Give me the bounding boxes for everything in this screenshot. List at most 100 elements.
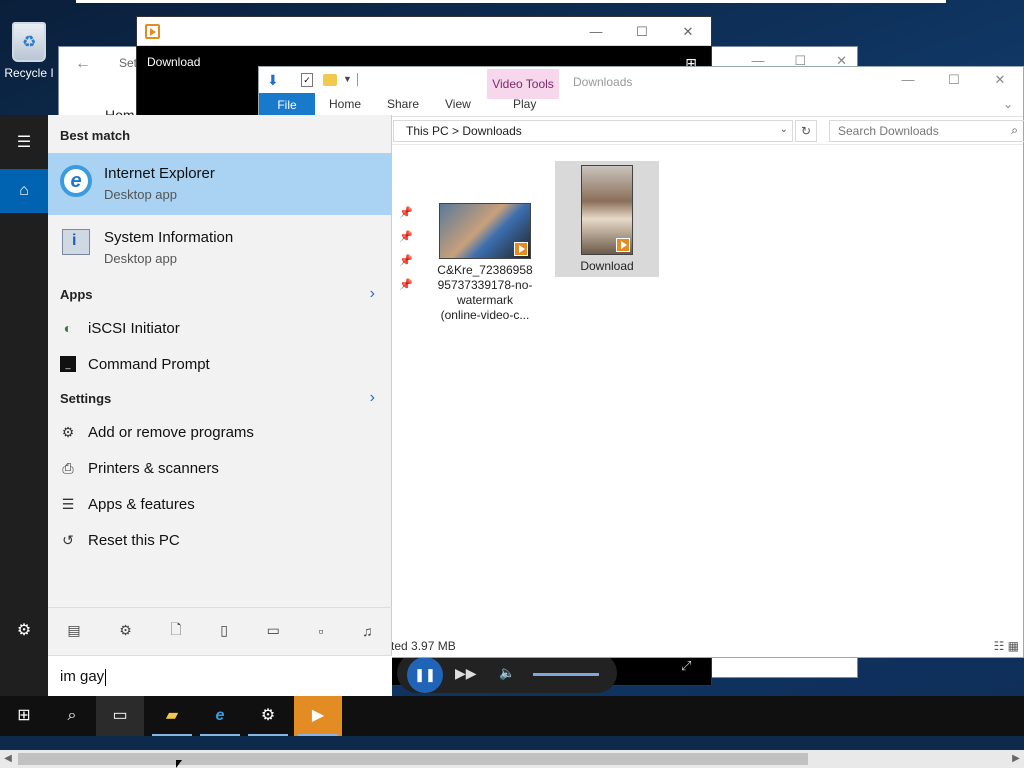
- tab-play[interactable]: Play: [513, 97, 536, 111]
- pause-button[interactable]: ❚❚: [407, 657, 443, 693]
- document-icon[interactable]: 🗋: [170, 619, 181, 643]
- ribbon-expand-icon[interactable]: ⌄: [1003, 97, 1013, 111]
- pin-icon[interactable]: 📌: [399, 273, 413, 297]
- music-icon[interactable]: ♫: [362, 623, 373, 639]
- breadcrumb-root[interactable]: This PC: [406, 124, 449, 138]
- pin-icon[interactable]: 📌: [399, 201, 413, 225]
- setting-item-apps-features[interactable]: ☰ Apps & features: [48, 488, 392, 522]
- desktop: Recycle I ← Set Hom — ☐ ✕ — ☐ ✕ Download…: [0, 0, 1024, 696]
- home-icon[interactable]: ⌂: [0, 169, 48, 213]
- tab-home[interactable]: Home: [329, 97, 361, 111]
- explorer-titlebar[interactable]: ⬇ ✓ ▼ Video Tools Downloads — ☐ ✕: [259, 67, 1023, 99]
- quick-access-dropdown-icon[interactable]: ▼: [343, 74, 352, 84]
- scroll-left-icon[interactable]: ◀: [0, 750, 16, 768]
- search-filter-bar: ▤ ⚙ 🗋 ▯ ▭ ▫ ♫: [48, 607, 392, 653]
- fast-forward-icon[interactable]: ▶▶: [455, 665, 477, 682]
- app-item-iscsi[interactable]: ◐ iSCSI Initiator: [48, 312, 392, 346]
- tab-file[interactable]: File: [259, 93, 315, 117]
- system-information-subtitle: Desktop app: [104, 251, 177, 266]
- horizontal-scrollbar[interactable]: ◀ ▶: [0, 750, 1024, 768]
- recycle-bin-icon: [12, 22, 46, 62]
- search-icon[interactable]: ⌕: [1011, 123, 1018, 138]
- gear-icon: ⚙: [61, 424, 75, 440]
- file-item[interactable]: C&Kre_72386958 95737339178-no- watermark…: [433, 199, 537, 323]
- video-titlebar[interactable]: — ☐ ✕: [137, 17, 711, 46]
- video-badge-icon: [616, 238, 630, 252]
- list-icon: ☰: [61, 496, 75, 512]
- system-information-icon: [62, 229, 90, 255]
- maximize-icon[interactable]: ☐: [619, 17, 665, 46]
- internet-explorer-taskbar-icon[interactable]: e: [196, 696, 244, 736]
- gear-icon[interactable]: ⚙: [119, 622, 132, 639]
- pin-icon[interactable]: 📌: [399, 249, 413, 273]
- recycle-bin[interactable]: Recycle I: [2, 22, 56, 80]
- close-icon[interactable]: ✕: [665, 17, 711, 46]
- video-window-controls: — ☐ ✕: [573, 17, 711, 46]
- new-folder-icon[interactable]: [323, 74, 337, 86]
- close-icon[interactable]: ✕: [977, 67, 1023, 93]
- chevron-down-icon[interactable]: ⌄: [780, 124, 788, 135]
- file-explorer-icon[interactable]: ▰: [148, 696, 196, 736]
- taskbar: ⊞ ⌕ ▭ ▰ e ⚙ ▶: [0, 696, 1024, 736]
- tab-view[interactable]: View: [445, 97, 471, 111]
- hamburger-icon[interactable]: ☰: [0, 121, 48, 165]
- photo-icon[interactable]: ▭: [267, 622, 280, 639]
- settings-taskbar-icon[interactable]: ⚙: [244, 696, 292, 736]
- download-arrow-icon[interactable]: ⬇: [267, 72, 279, 89]
- pin-icon[interactable]: 📌: [399, 225, 413, 249]
- search-results-panel: Best match e Internet Explorer Desktop a…: [48, 115, 392, 696]
- properties-icon[interactable]: ✓: [301, 73, 313, 87]
- video-app-icon: [145, 24, 160, 39]
- system-information-item[interactable]: System Information Desktop app: [48, 217, 392, 277]
- volume-icon[interactable]: 🔈: [499, 665, 515, 681]
- apps-heading: Apps: [60, 287, 93, 302]
- scroll-right-icon[interactable]: ▶: [1008, 750, 1024, 768]
- app-label: Command Prompt: [88, 356, 210, 373]
- file-name: C&Kre_72386958 95737339178-no- watermark…: [437, 263, 533, 322]
- file-item[interactable]: Download: [555, 161, 659, 277]
- video-icon[interactable]: ▫: [319, 623, 324, 639]
- back-arrow-icon[interactable]: ←: [75, 55, 91, 73]
- pin-icons: 📌 📌 📌 📌: [399, 201, 413, 297]
- tablet-icon[interactable]: ▯: [220, 622, 228, 639]
- best-match-item[interactable]: e Internet Explorer Desktop app: [48, 153, 392, 215]
- setting-item-add-remove[interactable]: ⚙ Add or remove programs: [48, 416, 392, 450]
- minimize-icon[interactable]: —: [885, 67, 931, 93]
- start-rail: ☰ ⌂ ⚙: [0, 115, 48, 696]
- refresh-icon[interactable]: ↻: [795, 120, 817, 142]
- video-thumbnail: [581, 165, 633, 255]
- recycle-bin-label: Recycle I: [4, 66, 54, 80]
- mouse-cursor-icon: [176, 760, 182, 768]
- settings-heading: Settings: [60, 391, 112, 406]
- windows-start-icon[interactable]: ⊞: [0, 696, 48, 736]
- app-item-command-prompt[interactable]: _ Command Prompt: [48, 348, 392, 382]
- tab-share[interactable]: Share: [387, 97, 419, 111]
- video-player-taskbar-icon[interactable]: ▶: [294, 696, 342, 736]
- system-information-name: System Information: [104, 229, 234, 246]
- minimize-icon[interactable]: —: [573, 17, 619, 46]
- task-view-icon[interactable]: ▭: [96, 696, 144, 736]
- best-match-heading: Best match: [60, 128, 131, 143]
- ribbon-tabs: File Home Share View Play ⌄: [259, 93, 1023, 117]
- volume-slider[interactable]: [533, 673, 599, 676]
- search-icon[interactable]: ⌕: [48, 696, 96, 736]
- search-input[interactable]: im gay: [48, 655, 392, 696]
- explorer-title: Downloads: [573, 75, 633, 89]
- separator: [357, 73, 358, 86]
- apps-chevron-right-icon[interactable]: ›: [370, 285, 375, 303]
- settings-chevron-right-icon[interactable]: ›: [370, 389, 375, 407]
- breadcrumb-folder[interactable]: Downloads: [462, 124, 521, 138]
- view-toggle-icons[interactable]: ☷ ▦: [994, 639, 1019, 653]
- setting-label: Reset this PC: [88, 532, 180, 549]
- search-input[interactable]: Search Downloads ⌕: [829, 120, 1024, 142]
- scrollbar-thumb[interactable]: [18, 753, 808, 765]
- settings-gear-icon[interactable]: ⚙: [0, 609, 48, 653]
- setting-item-printers[interactable]: ⎙ Printers & scanners: [48, 452, 392, 486]
- address-bar[interactable]: This PC > Downloads ⌄: [393, 120, 793, 142]
- settings-title: Set: [119, 56, 138, 70]
- setting-item-reset[interactable]: ↺ Reset this PC: [48, 524, 392, 558]
- web-icon[interactable]: ▤: [67, 622, 80, 639]
- maximize-icon[interactable]: ☐: [931, 67, 977, 93]
- expand-icon[interactable]: ⤢: [681, 658, 691, 674]
- internet-explorer-icon: e: [60, 165, 92, 197]
